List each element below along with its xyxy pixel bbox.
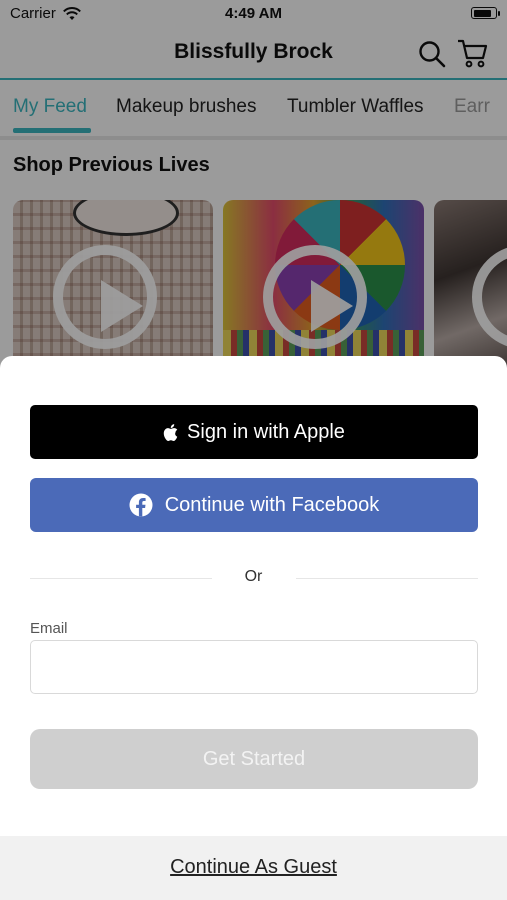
facebook-logo-icon <box>129 493 153 517</box>
sign-in-with-apple-button[interactable]: Sign in with Apple <box>30 405 478 459</box>
apple-button-label: Sign in with Apple <box>187 420 345 443</box>
sign-in-sheet: Sign in with Apple Continue with Faceboo… <box>0 356 507 900</box>
continue-with-facebook-button[interactable]: Continue with Facebook <box>30 478 478 532</box>
or-divider-text: Or <box>244 568 263 585</box>
email-label: Email <box>30 620 68 637</box>
divider-right <box>296 578 478 579</box>
guest-bar: Continue As Guest <box>0 836 507 900</box>
continue-as-guest-link[interactable]: Continue As Guest <box>0 856 507 879</box>
facebook-button-label: Continue with Facebook <box>164 493 380 516</box>
email-input[interactable] <box>30 640 478 694</box>
apple-logo-icon <box>163 423 178 441</box>
get-started-button[interactable]: Get Started <box>30 729 478 789</box>
